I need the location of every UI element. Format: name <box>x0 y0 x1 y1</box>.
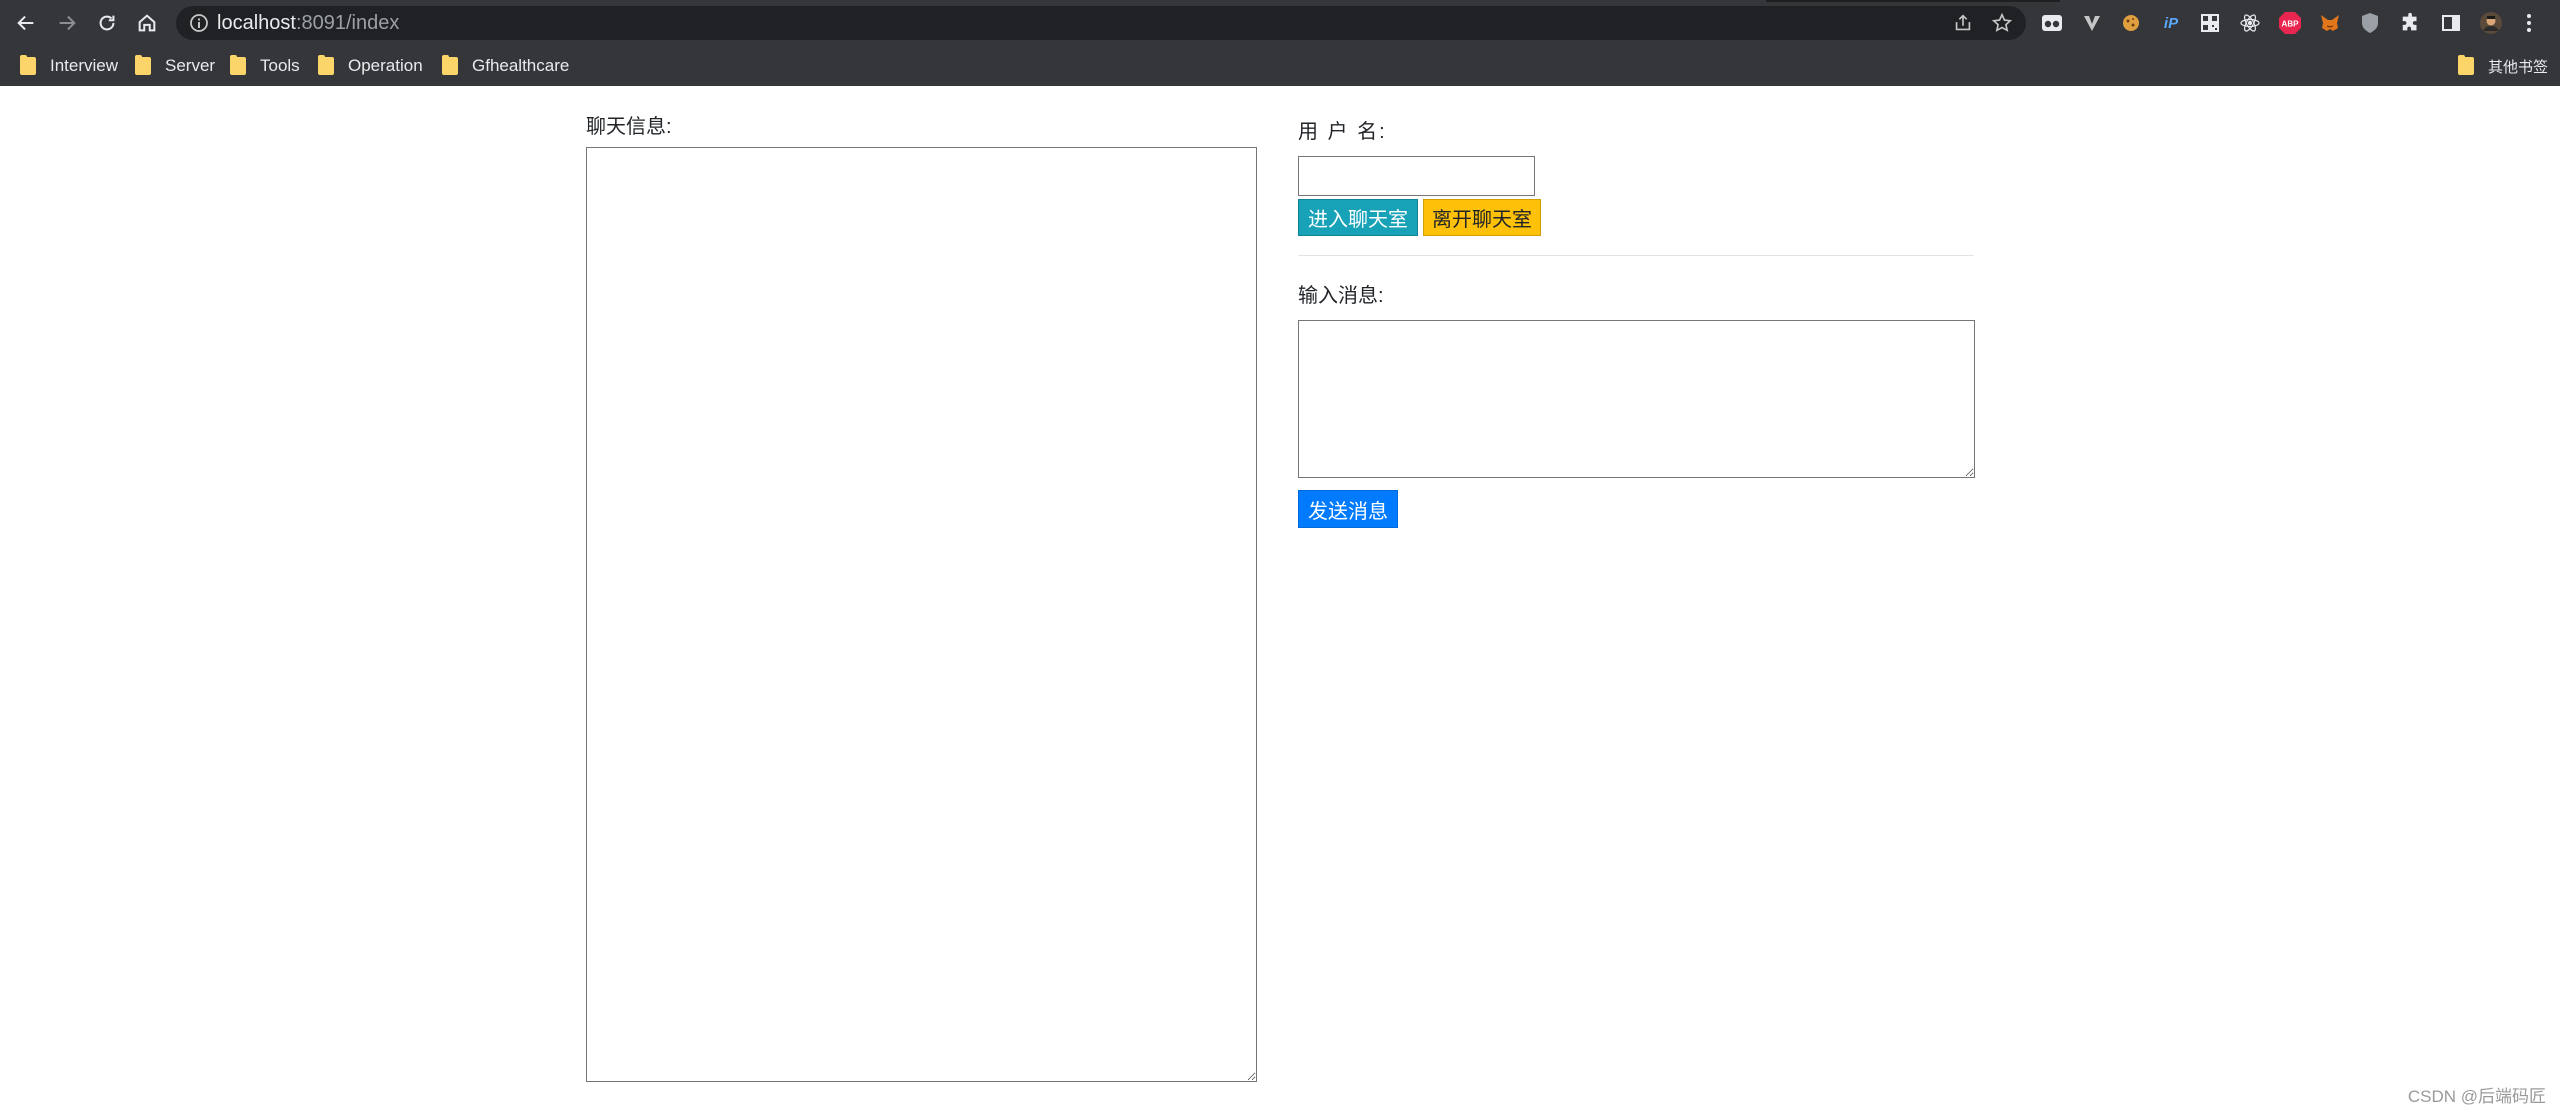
chat-log-label: 聊天信息: <box>586 116 672 138</box>
folder-icon <box>20 55 36 75</box>
folder-icon <box>442 55 458 75</box>
bookmark-interview[interactable]: Interview <box>20 54 118 78</box>
bookmark-label: Tools <box>260 56 300 75</box>
browser-toolbar: localhost:8091/index iP ABP <box>0 0 2560 46</box>
watermark: CSDN @后端码匠 <box>2407 1087 2546 1106</box>
folder-icon <box>2458 55 2474 75</box>
bookmark-operation[interactable]: Operation <box>318 54 423 78</box>
star-icon[interactable] <box>1991 12 2013 34</box>
arrow-right-icon <box>59 15 76 31</box>
folder-icon <box>135 55 151 75</box>
v-extension-icon[interactable] <box>2079 10 2105 36</box>
bookmark-gfhealthcare[interactable]: Gfhealthcare <box>442 54 569 78</box>
share-icon[interactable] <box>1952 12 1974 34</box>
ip-extension-label: iP <box>2163 14 2179 32</box>
bookmark-label: Server <box>165 56 216 75</box>
home-icon <box>138 14 156 32</box>
metamask-extension-icon[interactable] <box>2317 10 2343 36</box>
react-extension-icon[interactable] <box>2237 10 2263 36</box>
url-path: :8091/index <box>295 12 400 34</box>
folder-icon <box>318 55 334 75</box>
side-panel-icon[interactable] <box>2438 10 2464 36</box>
kebab-menu-icon[interactable] <box>2516 10 2542 36</box>
qr-extension-icon[interactable] <box>2197 10 2223 36</box>
bookmark-label: Interview <box>50 56 119 75</box>
bookmark-label: Operation <box>348 56 423 75</box>
glasses-extension-icon[interactable] <box>2039 10 2065 36</box>
reload-icon <box>99 15 115 31</box>
arrow-left-icon <box>17 15 34 31</box>
info-icon[interactable] <box>189 13 209 33</box>
cookie-extension-icon[interactable] <box>2118 10 2144 36</box>
enter-chat-button[interactable]: 进入聊天室 <box>1298 199 1418 236</box>
address-bar[interactable]: localhost:8091/index <box>176 6 2026 40</box>
back-button[interactable] <box>11 8 41 38</box>
shield-extension-icon[interactable] <box>2357 10 2383 36</box>
bookmark-tools[interactable]: Tools <box>230 54 300 78</box>
forward-button[interactable] <box>52 8 82 38</box>
send-message-button[interactable]: 发送消息 <box>1298 490 1398 528</box>
folder-icon <box>230 55 246 75</box>
home-button[interactable] <box>132 8 162 38</box>
other-bookmarks[interactable]: 其他书签 <box>2458 54 2548 78</box>
chat-log-textarea[interactable] <box>586 147 1257 1082</box>
puzzle-icon[interactable] <box>2398 10 2424 36</box>
url-text[interactable]: localhost:8091/index <box>217 12 399 34</box>
message-label: 输入消息: <box>1298 285 1384 307</box>
bookmarks-bar: Interview Server Tools Operation Gfhealt… <box>0 46 2560 86</box>
reload-button[interactable] <box>92 8 122 38</box>
ip-extension-icon[interactable]: iP <box>2158 10 2184 36</box>
url-host: localhost <box>217 12 296 34</box>
avatar[interactable] <box>2478 10 2504 36</box>
message-textarea[interactable] <box>1298 320 1975 478</box>
bookmark-label: Gfhealthcare <box>472 56 570 75</box>
bookmark-server[interactable]: Server <box>135 54 215 78</box>
username-input[interactable] <box>1298 156 1535 196</box>
leave-chat-button[interactable]: 离开聊天室 <box>1423 199 1541 236</box>
tab-strip-edge <box>1766 0 2060 2</box>
adblock-label: ABP <box>2282 20 2300 29</box>
adblock-extension-icon[interactable]: ABP <box>2277 10 2303 36</box>
divider <box>1298 255 1974 256</box>
other-bookmarks-label: 其他书签 <box>2488 58 2549 76</box>
username-label: 用 户 名: <box>1298 121 1387 143</box>
